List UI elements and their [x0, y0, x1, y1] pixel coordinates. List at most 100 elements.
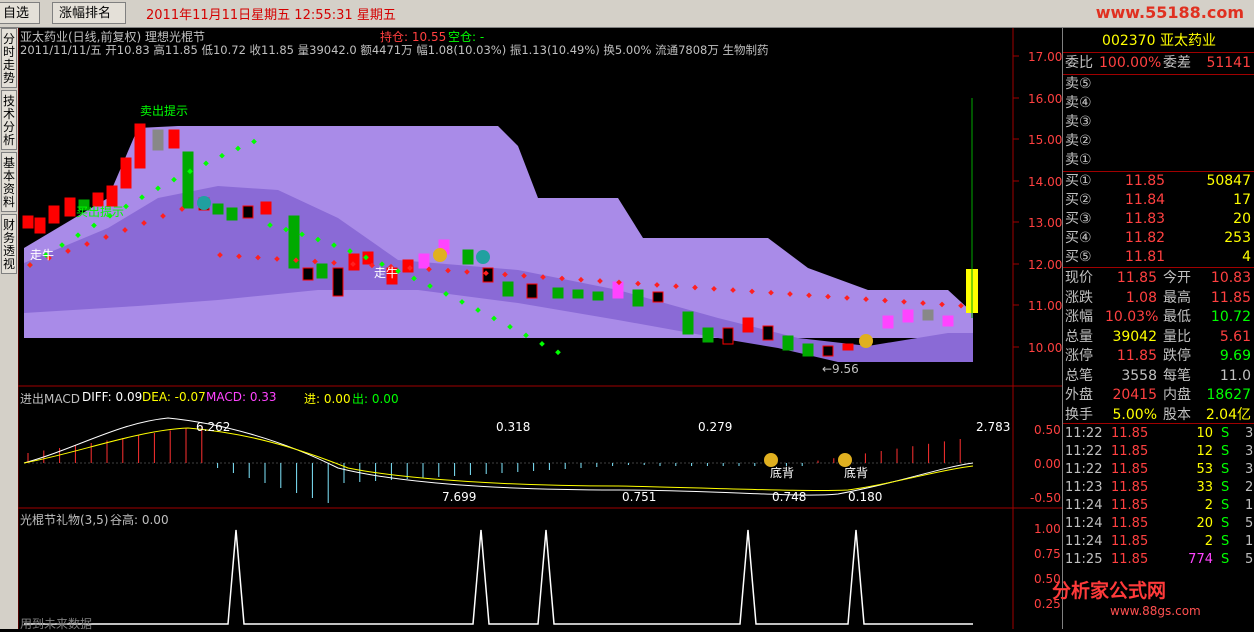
low-price-label: ←9.56 [822, 362, 859, 376]
stat-label: 量比 [1163, 328, 1191, 345]
stat-value: 2.04亿 [1205, 406, 1251, 423]
divergence-label: 底背 [844, 466, 869, 480]
candlestick [64, 197, 76, 217]
buy-row[interactable]: 买⑤ 11.81 4 [1065, 248, 1253, 267]
walk-label-2: 走牛 [374, 266, 399, 280]
tick-count: 3 [1245, 462, 1254, 477]
stat-row: 涨停 11.85 跌停 9.69 [1065, 347, 1253, 366]
candlestick [652, 291, 664, 303]
buy-level-label: 买④ [1065, 230, 1092, 246]
buy-price: 11.85 [1125, 173, 1166, 189]
tick-time: 11:24 [1065, 516, 1103, 531]
buy-marker-icon [197, 196, 211, 210]
macd-dea-line [23, 427, 974, 492]
tab-watchlist[interactable]: 自选股 [0, 2, 40, 43]
tick-volume: 10 [1196, 426, 1213, 441]
candlestick [572, 289, 584, 299]
stat-label: 换手 [1065, 406, 1093, 423]
candlestick [22, 215, 34, 229]
tick-price: 11.85 [1111, 516, 1149, 531]
sell-row[interactable]: 卖⑤ [1065, 75, 1253, 94]
sidetab-financial[interactable]: 财务透视 [1, 214, 17, 274]
candlestick [742, 317, 754, 333]
tick-time: 11:24 [1065, 498, 1103, 513]
stat-value: 9.69 [1219, 348, 1251, 364]
stat-value: 10.03% [1105, 309, 1159, 325]
candlestick [316, 263, 328, 279]
sell-row[interactable]: 卖① [1065, 151, 1253, 170]
candlestick [260, 201, 272, 215]
macd-in-value: 进: 0.00 [304, 392, 351, 406]
tick-price: 11.85 [1111, 534, 1149, 549]
tick-volume: 2 [1204, 498, 1213, 513]
stat-label: 涨幅 [1065, 309, 1093, 325]
gift-axis-label: 1.00 [1034, 522, 1061, 536]
tick-side: S [1221, 552, 1230, 567]
buy-hint-label: 买出提示 [76, 205, 125, 219]
buy-row[interactable]: 买③ 11.83 20 [1065, 210, 1253, 229]
candlestick [526, 283, 538, 299]
candlestick [302, 267, 314, 281]
price-axis-ticks [1013, 55, 1019, 348]
candlestick [48, 205, 60, 224]
candlestick [592, 291, 604, 301]
tick-price: 11.85 [1111, 552, 1149, 567]
sidetab-technical[interactable]: 技术分析 [1, 90, 17, 150]
tick-volume: 20 [1196, 516, 1213, 531]
stat-value: 11.85 [1116, 270, 1157, 286]
stat-label: 现价 [1065, 270, 1093, 286]
candlestick [168, 129, 180, 149]
buy-row[interactable]: 买④ 11.82 253 [1065, 229, 1253, 248]
walk-label-1: 走牛 [30, 248, 55, 262]
stat-label: 涨跌 [1065, 289, 1093, 306]
candlestick [226, 207, 238, 221]
stat-label: 今开 [1163, 270, 1191, 286]
macd-label: 0.180 [848, 490, 883, 504]
sell-row[interactable]: 卖③ [1065, 113, 1253, 132]
tick-count: 3 [1245, 426, 1254, 441]
price-tick-label: 16.00 [1028, 92, 1063, 106]
buy-volume: 50847 [1206, 173, 1251, 189]
price-tick-label: 15.00 [1028, 133, 1063, 147]
price-tick-label: 13.00 [1028, 216, 1063, 230]
macd-axis-label: -0.50 [1030, 491, 1062, 505]
macd-label: 0.279 [698, 420, 733, 434]
stat-value: 5.00% [1112, 406, 1157, 423]
weibi-label: 委比 [1065, 55, 1093, 71]
buy-price: 11.81 [1125, 249, 1166, 265]
buy-volume: 17 [1233, 192, 1251, 208]
tick-price: 11.85 [1111, 498, 1149, 513]
stat-label: 跌停 [1163, 348, 1191, 364]
stat-label: 股本 [1163, 406, 1191, 423]
tick-count: 1 [1245, 498, 1254, 513]
tick-price: 11.85 [1111, 426, 1149, 441]
stat-value: 1.08 [1125, 289, 1157, 306]
candlestick [348, 253, 360, 271]
tick-count: 1 [1245, 534, 1254, 549]
tick-count: 2 [1245, 480, 1254, 495]
buy-price: 11.82 [1125, 230, 1166, 246]
tick-volume: 33 [1196, 480, 1213, 495]
tick-side: S [1221, 426, 1230, 441]
sell-level-label: 卖④ [1065, 95, 1092, 111]
sell-row[interactable]: 卖② [1065, 132, 1253, 151]
sidetab-intraday[interactable]: 分时走势 [1, 28, 17, 88]
macd-label: 0.318 [496, 420, 531, 434]
chart-area: 亚太药业(日线,前复权) 理想光棍节 持仓: 10.55 空仓: - 2011/… [18, 28, 1063, 631]
buy-price: 11.84 [1125, 192, 1166, 208]
sell-marker-icon [433, 248, 447, 262]
weicha-label: 委差 [1163, 55, 1191, 71]
buy-row[interactable]: 买② 11.84 17 [1065, 191, 1253, 210]
tab-gainers-rank[interactable]: 涨幅排名 [52, 2, 126, 24]
future-data-note: 用到未来数据 [20, 617, 93, 631]
buy-row[interactable]: 买① 11.85 50847 [1065, 172, 1253, 191]
watermark-url: www.88gs.com [1110, 604, 1201, 618]
stat-row: 总笔 3558 每笔 11.0 [1065, 367, 1253, 386]
tick-volume: 12 [1196, 444, 1213, 459]
stat-value: 10.83 [1210, 270, 1251, 286]
sidetab-basic-info[interactable]: 基本资料 [1, 152, 17, 212]
macd-label: 7.699 [442, 490, 477, 504]
sell-row[interactable]: 卖④ [1065, 94, 1253, 113]
tick-row: 11:22 11.85 53 S 3 [1065, 461, 1254, 479]
tick-side: S [1221, 534, 1230, 549]
